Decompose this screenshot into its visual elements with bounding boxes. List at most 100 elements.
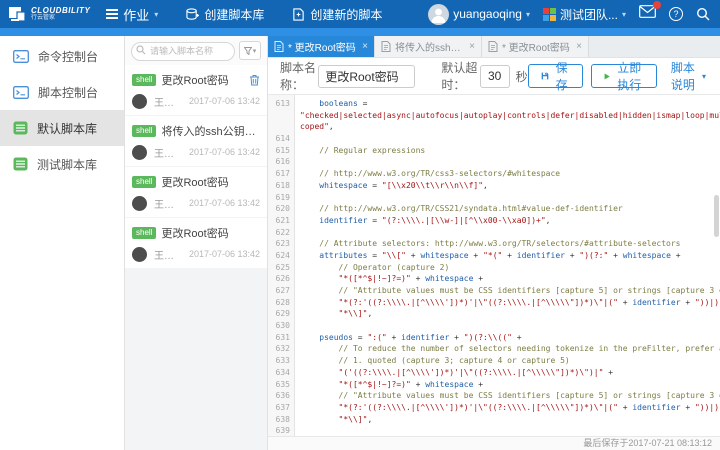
tab-bar: * 更改Root密码 × 将传入的ssh公钥... × * 更改Root密码 ×: [268, 36, 720, 58]
brand-subname: 行云管家: [31, 15, 90, 22]
user-avatar: [428, 4, 449, 25]
filter-button[interactable]: ▾: [239, 41, 261, 60]
brand-name: CLOUDBILITY: [31, 6, 90, 15]
script-type-badge: shell: [132, 74, 156, 86]
tab-title: 将传入的ssh公钥...: [395, 39, 465, 54]
tab-title: * 更改Root密码: [502, 39, 572, 54]
timeout-input[interactable]: [480, 65, 510, 88]
script-list-panel: ▾ shell 更改Root密码 王小哪 2017-07-06 13:42 sh…: [125, 36, 268, 450]
author-avatar: [132, 247, 147, 262]
file-icon: [488, 41, 498, 52]
console-icon: [13, 50, 29, 63]
script-title: 更改Root密码: [161, 72, 244, 88]
team-logo-icon: [543, 8, 556, 21]
brand-logo[interactable]: CLOUDBILITY 行云管家: [8, 6, 90, 22]
author-avatar: [132, 145, 147, 160]
create-library-label: 创建脚本库: [204, 6, 264, 23]
sidebar-item-label: 测试脚本库: [37, 156, 97, 173]
script-list-item[interactable]: shell 更改Root密码 王小哪 2017-07-06 13:42: [125, 65, 267, 115]
chevron-down-icon: ▾: [154, 10, 158, 19]
sidebar-item-default-library[interactable]: 默认脚本库: [0, 110, 124, 146]
save-label: 保存: [554, 59, 570, 93]
editor-tab[interactable]: 将传入的ssh公钥... ×: [375, 36, 482, 57]
tab-title: * 更改Root密码: [288, 39, 358, 54]
notification-badge: [653, 1, 661, 9]
script-type-badge: shell: [132, 176, 156, 188]
editor-code-area[interactable]: booleans ="checked|selected|async|autofo…: [295, 95, 720, 436]
trash-icon[interactable]: [249, 74, 260, 86]
script-title: 更改Root密码: [161, 174, 260, 190]
author-name: 王小哪: [154, 94, 176, 109]
team-name: 测试团队...: [560, 6, 618, 23]
search-icon[interactable]: [696, 7, 710, 21]
script-date: 2017-07-06 13:42: [189, 96, 260, 106]
script-date: 2017-07-06 13:42: [189, 147, 260, 157]
editor-scrollbar[interactable]: [714, 195, 719, 237]
script-name-input[interactable]: [318, 65, 415, 88]
chevron-down-icon: ▾: [526, 10, 530, 19]
top-bar: CLOUDBILITY 行云管家 作业 ▾ 创建脚本库 创建新的脚本 yuang…: [0, 0, 720, 28]
search-icon: [136, 45, 146, 55]
script-list-item[interactable]: shell 更改Root密码 王小哪 2017-07-06 13:42: [125, 167, 267, 217]
editor-tab[interactable]: * 更改Root密码 ×: [268, 36, 375, 57]
author-avatar: [132, 94, 147, 109]
create-script-button[interactable]: 创建新的脚本: [292, 6, 382, 23]
script-name-label: 脚本名称：: [280, 59, 318, 93]
script-form-bar: 脚本名称： 默认超时： 秒 保存 立即执行: [268, 58, 720, 95]
chevron-down-icon: ▾: [622, 10, 626, 19]
create-library-button[interactable]: 创建脚本库: [186, 6, 264, 23]
user-menu[interactable]: yuangaoqing ▾: [428, 4, 530, 25]
left-sidebar: 命令控制台 脚本控制台 默认脚本库 测试脚本库: [0, 36, 125, 450]
author-name: 王小哪: [154, 196, 176, 211]
main-panel: * 更改Root密码 × 将传入的ssh公钥... × * 更改Root密码 ×…: [268, 36, 720, 450]
team-menu[interactable]: 测试团队... ▾: [543, 6, 626, 23]
script-date: 2017-07-06 13:42: [189, 249, 260, 259]
run-now-button[interactable]: 立即执行: [591, 64, 657, 88]
database-plus-icon: [186, 8, 199, 21]
author-avatar: [132, 196, 147, 211]
hamburger-icon: [106, 9, 118, 19]
save-button[interactable]: 保存: [528, 64, 583, 88]
script-list-item[interactable]: shell 更改Root密码 王小哪在.. 2017-07-06 13:42: [125, 218, 267, 268]
document-plus-icon: [292, 8, 305, 21]
sidebar-item-label: 命令控制台: [38, 48, 98, 65]
help-button[interactable]: ?: [669, 7, 683, 21]
editor-tab[interactable]: * 更改Root密码 ×: [482, 36, 589, 57]
tab-close-icon[interactable]: ×: [469, 41, 475, 52]
run-now-label: 立即执行: [615, 59, 644, 93]
script-library-icon: [13, 121, 28, 135]
script-search-input[interactable]: [131, 42, 235, 61]
editor-status-bar: 最后保存于2017-07-21 08:13:12: [268, 436, 720, 450]
script-library-icon: [13, 157, 28, 171]
script-description-toggle[interactable]: 脚本说明 ▾: [671, 59, 706, 93]
sidebar-item-command-console[interactable]: 命令控制台: [0, 38, 124, 74]
play-icon: [604, 71, 610, 82]
author-name: 王小哪在..: [154, 247, 176, 262]
chevron-down-icon: ▾: [702, 72, 706, 81]
script-title: 将传入的ssh公钥部署从指...: [161, 123, 260, 139]
editor-line-numbers: 6136146156166176186196206216226236246256…: [268, 95, 295, 436]
script-description-label: 脚本说明: [671, 59, 699, 93]
notifications-button[interactable]: [639, 5, 656, 23]
script-date: 2017-07-06 13:42: [189, 198, 260, 208]
nav-job-label: 作业: [123, 5, 149, 24]
console-icon: [13, 86, 29, 99]
create-script-label: 创建新的脚本: [310, 6, 382, 23]
nav-job-menu[interactable]: 作业 ▾: [106, 5, 158, 24]
script-list-item[interactable]: shell 将传入的ssh公钥部署从指... 王小哪 2017-07-06 13…: [125, 116, 267, 166]
tab-close-icon[interactable]: ×: [362, 41, 368, 52]
sidebar-item-label: 脚本控制台: [38, 84, 98, 101]
sidebar-item-test-library[interactable]: 测试脚本库: [0, 146, 124, 182]
save-icon: [541, 70, 549, 82]
tab-close-icon[interactable]: ×: [576, 41, 582, 52]
script-type-badge: shell: [132, 227, 156, 239]
author-name: 王小哪: [154, 145, 176, 160]
script-title: 更改Root密码: [161, 225, 260, 241]
timeout-unit: 秒: [516, 68, 528, 85]
file-icon: [381, 41, 391, 52]
cloudbility-logo-icon: [8, 6, 26, 22]
sidebar-item-script-console[interactable]: 脚本控制台: [0, 74, 124, 110]
script-type-badge: shell: [132, 125, 156, 137]
header-accent-strip: [0, 28, 720, 36]
timeout-label: 默认超时：: [441, 59, 479, 93]
